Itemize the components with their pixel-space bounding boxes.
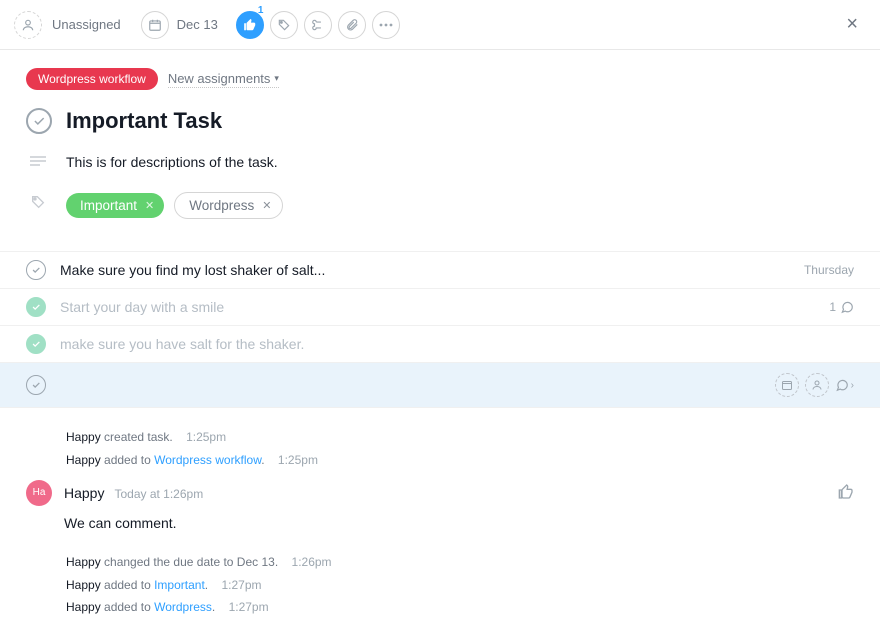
- activity-feed: Happy created task. 1:25pm Happy added t…: [26, 408, 854, 637]
- activity-time: 1:27pm: [229, 600, 269, 614]
- action-icons: 1: [236, 11, 400, 39]
- complete-task-button[interactable]: [26, 108, 52, 134]
- activity-entry: Happy created task. 1:25pm: [66, 426, 854, 449]
- new-subtask-actions: ›: [775, 373, 854, 397]
- subtask-row[interactable]: Start your day with a smile 1: [0, 288, 880, 325]
- activity-user: Happy: [66, 453, 101, 467]
- activity-time: 1:25pm: [278, 453, 318, 467]
- activity-verb: changed the due date to Dec 13.: [104, 555, 278, 569]
- tags-icon: [26, 192, 50, 210]
- activity-verb: added to: [104, 600, 151, 614]
- due-date-label: Dec 13: [177, 17, 218, 32]
- subtask-button[interactable]: [304, 11, 332, 39]
- activity-entry: Happy added to Important. 1:27pm: [66, 574, 854, 597]
- comment-icon[interactable]: ›: [835, 378, 854, 392]
- activity-link[interactable]: Wordpress: [154, 600, 212, 614]
- activity-entry: Happy changed the due date to Dec 13. 1:…: [66, 551, 854, 574]
- avatar: Ha: [26, 480, 52, 506]
- tag-label: Important: [80, 198, 137, 213]
- remove-tag-icon[interactable]: ✕: [145, 199, 154, 212]
- activity-time: 1:25pm: [186, 430, 226, 444]
- chevron-down-icon: ▾: [274, 73, 279, 84]
- tags-row: Important ✕ Wordpress ✕: [26, 192, 854, 237]
- task-description[interactable]: This is for descriptions of the task.: [66, 154, 278, 170]
- activity-user: Happy: [66, 430, 101, 444]
- comment: Ha Happy Today at 1:26pm We can comment.: [66, 480, 854, 537]
- activity-link[interactable]: Important: [154, 578, 205, 592]
- description-row: This is for descriptions of the task.: [26, 154, 854, 170]
- attachment-button[interactable]: [338, 11, 366, 39]
- tag-button[interactable]: [270, 11, 298, 39]
- tag-wordpress[interactable]: Wordpress ✕: [174, 192, 282, 219]
- section-dropdown[interactable]: New assignments ▾: [168, 71, 279, 88]
- title-row: Important Task: [26, 108, 854, 134]
- assignee-label: Unassigned: [52, 17, 121, 32]
- subtask-meta: Thursday: [804, 263, 854, 277]
- comment-time: Today at 1:26pm: [114, 483, 203, 506]
- subtask-check-icon[interactable]: [26, 375, 46, 395]
- subtask-text: make sure you have salt for the shaker.: [60, 336, 854, 352]
- comment-icon: [840, 300, 854, 314]
- tag-important[interactable]: Important ✕: [66, 193, 164, 218]
- activity-verb: added to: [104, 578, 151, 592]
- subtask-row[interactable]: make sure you have salt for the shaker.: [0, 325, 880, 362]
- subtask-text: Start your day with a smile: [60, 299, 829, 315]
- task-pane: Wordpress workflow New assignments ▾ Imp…: [0, 50, 880, 637]
- like-comment-button[interactable]: [838, 484, 854, 500]
- subtask-check-icon[interactable]: [26, 297, 46, 317]
- new-subtask-row[interactable]: ›: [0, 362, 880, 408]
- activity-link[interactable]: Wordpress workflow: [154, 453, 261, 467]
- calendar-icon: [141, 11, 169, 39]
- activity-entry: Happy added to Wordpress workflow. 1:25p…: [66, 449, 854, 472]
- tag-list: Important ✕ Wordpress ✕: [66, 192, 283, 219]
- subtask-list: Make sure you find my lost shaker of sal…: [0, 251, 880, 408]
- close-button[interactable]: ×: [838, 9, 866, 40]
- project-pill[interactable]: Wordpress workflow: [26, 68, 158, 90]
- task-title[interactable]: Important Task: [66, 108, 222, 134]
- comment-count: 1: [829, 300, 836, 314]
- assignee-button[interactable]: Unassigned: [14, 11, 121, 39]
- person-icon: [14, 11, 42, 39]
- subtask-comments: 1: [829, 300, 854, 314]
- comment-text: We can comment.: [64, 510, 203, 537]
- due-date-button[interactable]: Dec 13: [141, 11, 218, 39]
- activity-time: 1:26pm: [292, 555, 332, 569]
- more-button[interactable]: [372, 11, 400, 39]
- subtask-row[interactable]: Make sure you find my lost shaker of sal…: [0, 251, 880, 288]
- subtask-check-icon[interactable]: [26, 334, 46, 354]
- chevron-right-icon: ›: [851, 380, 854, 391]
- section-label: New assignments: [168, 71, 271, 86]
- remove-tag-icon[interactable]: ✕: [262, 199, 271, 212]
- activity-verb: created task.: [104, 430, 173, 444]
- tag-label: Wordpress: [189, 198, 254, 213]
- like-count-badge: 1: [258, 5, 264, 16]
- activity-user: Happy: [66, 600, 101, 614]
- activity-time: 1:27pm: [221, 578, 261, 592]
- activity-entry: Happy added to Wordpress. 1:27pm: [66, 596, 854, 619]
- activity-user: Happy: [66, 578, 101, 592]
- subtask-text: Make sure you find my lost shaker of sal…: [60, 262, 804, 278]
- project-row: Wordpress workflow New assignments ▾: [26, 68, 854, 90]
- subtask-check-icon[interactable]: [26, 260, 46, 280]
- assignee-icon[interactable]: [805, 373, 829, 397]
- activity-user: Happy: [66, 555, 101, 569]
- activity-verb: added to: [104, 453, 151, 467]
- toolbar: Unassigned Dec 13 1 ×: [0, 0, 880, 50]
- due-date-icon[interactable]: [775, 373, 799, 397]
- comment-author: Happy: [64, 480, 104, 507]
- description-icon: [26, 154, 50, 168]
